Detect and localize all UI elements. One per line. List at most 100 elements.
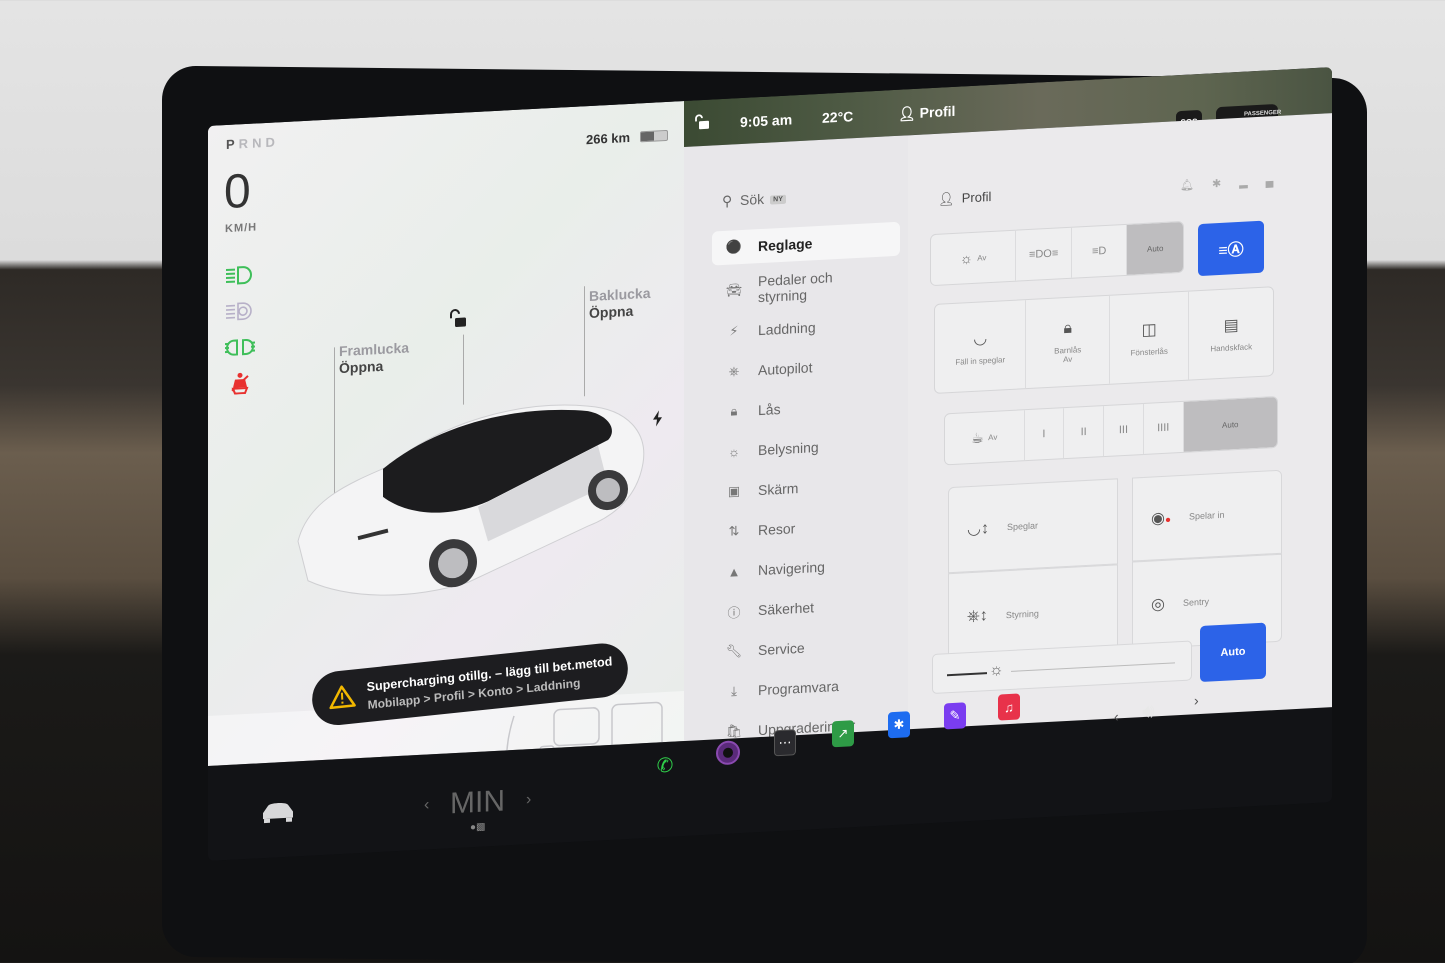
- trips-icon: ⇅: [728, 523, 740, 539]
- wipers-off-option[interactable]: ☕︎ Av: [945, 410, 1025, 465]
- temp-decrease-button[interactable]: ‹: [424, 796, 429, 814]
- wiper-speed-4[interactable]: IIII: [1143, 401, 1184, 454]
- steering-adjust-icon: ⎈↕: [967, 607, 988, 626]
- profile-header[interactable]: 👤︎ Profil: [938, 189, 991, 208]
- menu-item-autopilot[interactable]: ⎈ Autopilot: [712, 346, 900, 390]
- new-badge: NY: [770, 194, 786, 205]
- more-apps-icon[interactable]: ⋯: [774, 729, 796, 757]
- temp-increase-button[interactable]: ›: [526, 791, 531, 809]
- lights-off-option[interactable]: ☼ Av: [931, 230, 1017, 286]
- menu-item-pedaler[interactable]: 🚘︎ Pedaler och styrning: [712, 262, 900, 312]
- parking-lights-icon: [225, 339, 255, 356]
- unlocked-icon[interactable]: [448, 308, 468, 329]
- outside-temperature: 22°C: [822, 108, 854, 126]
- brightness-auto-button[interactable]: Auto: [1200, 622, 1266, 683]
- headlight-selector: ☼ Av ≡DO≡ ≡D Auto: [930, 220, 1184, 287]
- navigation-icon: ▲: [727, 563, 741, 580]
- toggle-icon: ⚫: [725, 239, 743, 255]
- wiper-speed-1[interactable]: I: [1024, 408, 1065, 461]
- seat-heater-icon[interactable]: ●▩: [470, 821, 486, 833]
- profile-icon: 👤︎: [938, 190, 962, 207]
- system-status-icons: 🔔︎✱▂▄: [1180, 173, 1291, 192]
- volume-down-button[interactable]: ‹: [1114, 708, 1119, 724]
- menu-item-laddning[interactable]: ⚡︎ Laddning: [712, 306, 900, 350]
- volume-up-button[interactable]: ›: [1194, 692, 1199, 708]
- lte-signal-icon: ▂▄: [1239, 174, 1292, 189]
- menu-item-programvara[interactable]: ⤓ Programvara: [712, 666, 900, 710]
- mirror-adjust-icon: ◡↕: [967, 520, 989, 539]
- bluetooth-app-icon[interactable]: ✱: [888, 711, 910, 739]
- quick-controls: ◡ Fäll in speglar 🔒︎ Barnlås Av ◫ Fönsterlås…: [934, 286, 1274, 394]
- window-lock-icon: ◫: [1141, 320, 1157, 339]
- auto-high-beam-button[interactable]: ≡Ⓐ: [1198, 220, 1264, 277]
- parking-lights-option[interactable]: ≡DO≡: [1016, 227, 1072, 281]
- bell-icon: 🔔︎: [1180, 178, 1212, 193]
- fold-mirrors-button[interactable]: ◡ Fäll in speglar: [935, 300, 1027, 393]
- low-beam-option[interactable]: ≡D: [1071, 224, 1128, 278]
- lock-icon: 🔒︎: [730, 403, 738, 419]
- child-lock-button[interactable]: 🔒︎ Barnlås Av: [1026, 295, 1110, 389]
- profile-button[interactable]: 👤︎ Profil: [898, 103, 955, 123]
- menu-item-skarm[interactable]: ▣ Skärm: [712, 466, 900, 510]
- menu-item-navigering[interactable]: ▲ Navigering: [712, 546, 900, 590]
- energy-app-icon[interactable]: ↗: [832, 720, 854, 748]
- karaoke-app-icon[interactable]: ✎: [944, 702, 966, 730]
- frunk-label[interactable]: Framlucka Öppna: [339, 339, 409, 377]
- wiper-selector: ☕︎ Av I II III IIII Auto: [944, 395, 1278, 466]
- sentry-icon: ◎: [1151, 595, 1165, 614]
- bolt-icon: ⚡︎: [729, 323, 739, 339]
- gear-indicator: PRND: [226, 134, 279, 152]
- low-beam-icon: ≡D: [1091, 244, 1107, 258]
- climate-temperature[interactable]: MIN: [450, 784, 505, 821]
- volume-icon[interactable]: 🔊︎: [1142, 700, 1155, 724]
- vehicle-image: [297, 404, 645, 596]
- auto-high-beam-icon: ≡Ⓐ: [1218, 241, 1244, 261]
- mirrors-adjust-button[interactable]: ◡↕ Speglar: [948, 478, 1118, 574]
- car-icon: 🚘︎: [725, 282, 743, 298]
- dashcam-button[interactable]: ◉● Spelar in: [1132, 469, 1282, 562]
- camera-app-icon[interactable]: [716, 740, 740, 766]
- alert-circle-icon: ⓘ: [727, 604, 741, 621]
- wipers-auto-option[interactable]: Auto: [1183, 396, 1277, 452]
- lights-auto-option[interactable]: Auto: [1127, 221, 1183, 275]
- low-beam-icon: [226, 266, 252, 285]
- phone-app-icon[interactable]: ✆︎: [654, 751, 676, 778]
- controls-panel: 👤︎ Profil 🔔︎✱▂▄ ☼ Av ≡DO≡ ≡D Auto ≡Ⓐ ◡ Fä…: [908, 113, 1332, 736]
- music-app-icon[interactable]: ♫: [998, 693, 1020, 721]
- trunk-label[interactable]: Baklucka Öppna: [589, 285, 650, 322]
- frunk-open-button[interactable]: Öppna: [339, 356, 409, 377]
- car-panel: PRND 0 KM/H 266 km Framlucka Öppna Baklu…: [208, 101, 684, 816]
- menu-item-las[interactable]: 🔒︎ Lås: [712, 386, 900, 430]
- menu-item-resor[interactable]: ⇅ Resor: [712, 506, 900, 550]
- trunk-open-button[interactable]: Öppna: [589, 302, 650, 322]
- mirror-icon: ◡: [973, 329, 988, 348]
- parking-lights-icon: ≡DO≡: [1028, 247, 1059, 261]
- lock-status-icon[interactable]: [694, 114, 710, 131]
- wiper-speed-3[interactable]: III: [1104, 403, 1144, 457]
- menu-item-service[interactable]: 🔧︎ Service: [712, 626, 900, 670]
- gear-n: N: [252, 134, 266, 151]
- brightness-sun-icon[interactable]: ☼: [989, 661, 1004, 680]
- brightness-slider-fill: [947, 672, 987, 677]
- sun-icon: ☼: [728, 443, 740, 460]
- search-button[interactable]: ⚲ Sök NY: [722, 190, 786, 210]
- menu-item-sakerhet[interactable]: ⓘ Säkerhet: [712, 586, 900, 630]
- car-menu-icon[interactable]: [260, 797, 296, 825]
- glovebox-button[interactable]: ▤ Handskfack: [1189, 287, 1273, 379]
- speed-unit: KM/H: [225, 221, 258, 236]
- child-lock-icon: 🔒︎: [1063, 319, 1072, 338]
- brightness-slider-track: [1011, 662, 1175, 672]
- wiper-speed-2[interactable]: II: [1064, 406, 1105, 459]
- menu-item-belysning[interactable]: ☼ Belysning: [712, 426, 900, 470]
- gear-p: P: [226, 136, 239, 153]
- menu-item-reglage[interactable]: ⚫ Reglage: [712, 221, 900, 266]
- warning-icon: [329, 685, 356, 710]
- profile-icon: 👤︎: [898, 104, 920, 122]
- battery-icon: [640, 129, 668, 143]
- charge-port-bolt-icon[interactable]: [652, 410, 664, 427]
- window-lock-button[interactable]: ◫ Fönsterlås: [1109, 291, 1190, 384]
- touchscreen: PRND 0 KM/H 266 km Framlucka Öppna Baklu…: [208, 67, 1332, 862]
- gear-r: R: [238, 135, 253, 152]
- dashcam-recording-icon: ◉●: [1151, 509, 1172, 528]
- download-icon: ⤓: [731, 683, 737, 699]
